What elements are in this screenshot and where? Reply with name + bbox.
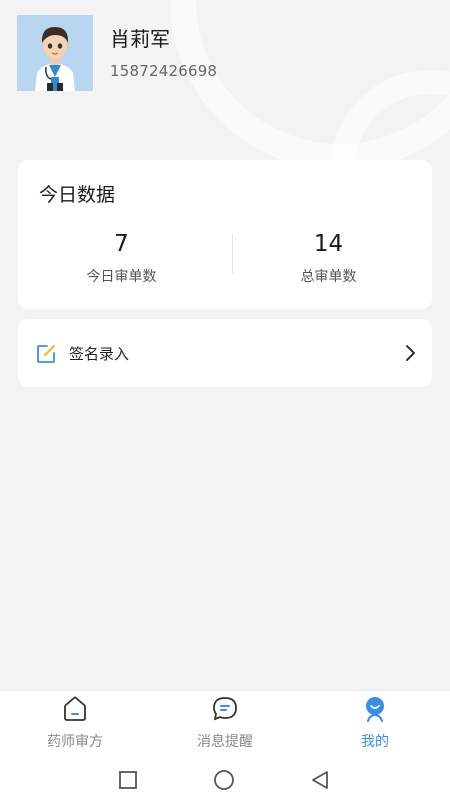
profile-icon [366,697,384,722]
back-icon[interactable] [308,768,332,792]
today-stats-title: 今日数据 [39,184,116,206]
today-review-count: 7 今日审单数 [18,230,225,286]
tab-label: 药师审方 [47,734,103,750]
tab-mine[interactable]: 我的 [300,691,450,759]
total-review-count: 14 总审单数 [225,230,432,286]
tab-pharmacist-review[interactable]: 药师审方 [0,691,150,759]
signature-entry-item[interactable]: 签名录入 [18,319,432,387]
edit-icon [37,345,55,363]
user-phone: 15872426698 [110,62,218,80]
stat-value: 7 [114,231,129,257]
stat-label: 今日审单数 [86,269,157,285]
recent-apps-icon[interactable] [116,768,140,792]
stat-label: 总审单数 [300,269,357,285]
home-button-icon[interactable] [212,768,236,792]
signature-entry-label: 签名录入 [69,345,130,363]
bottom-tab-bar: 药师审方 消息提醒 我的 [0,690,450,758]
message-icon [213,697,237,721]
home-icon [64,696,86,721]
tab-messages[interactable]: 消息提醒 [150,691,300,759]
stat-value: 14 [313,231,344,257]
avatar[interactable] [17,15,93,91]
tab-label: 消息提醒 [197,734,253,750]
system-nav-bar [0,758,450,800]
tab-label: 我的 [361,734,389,750]
user-name: 肖莉军 [110,27,170,51]
today-stats-card: 今日数据 7 今日审单数 14 总审单数 [18,160,432,309]
user-profile: 肖莉军 15872426698 [17,15,217,91]
chevron-right-icon [406,345,415,361]
